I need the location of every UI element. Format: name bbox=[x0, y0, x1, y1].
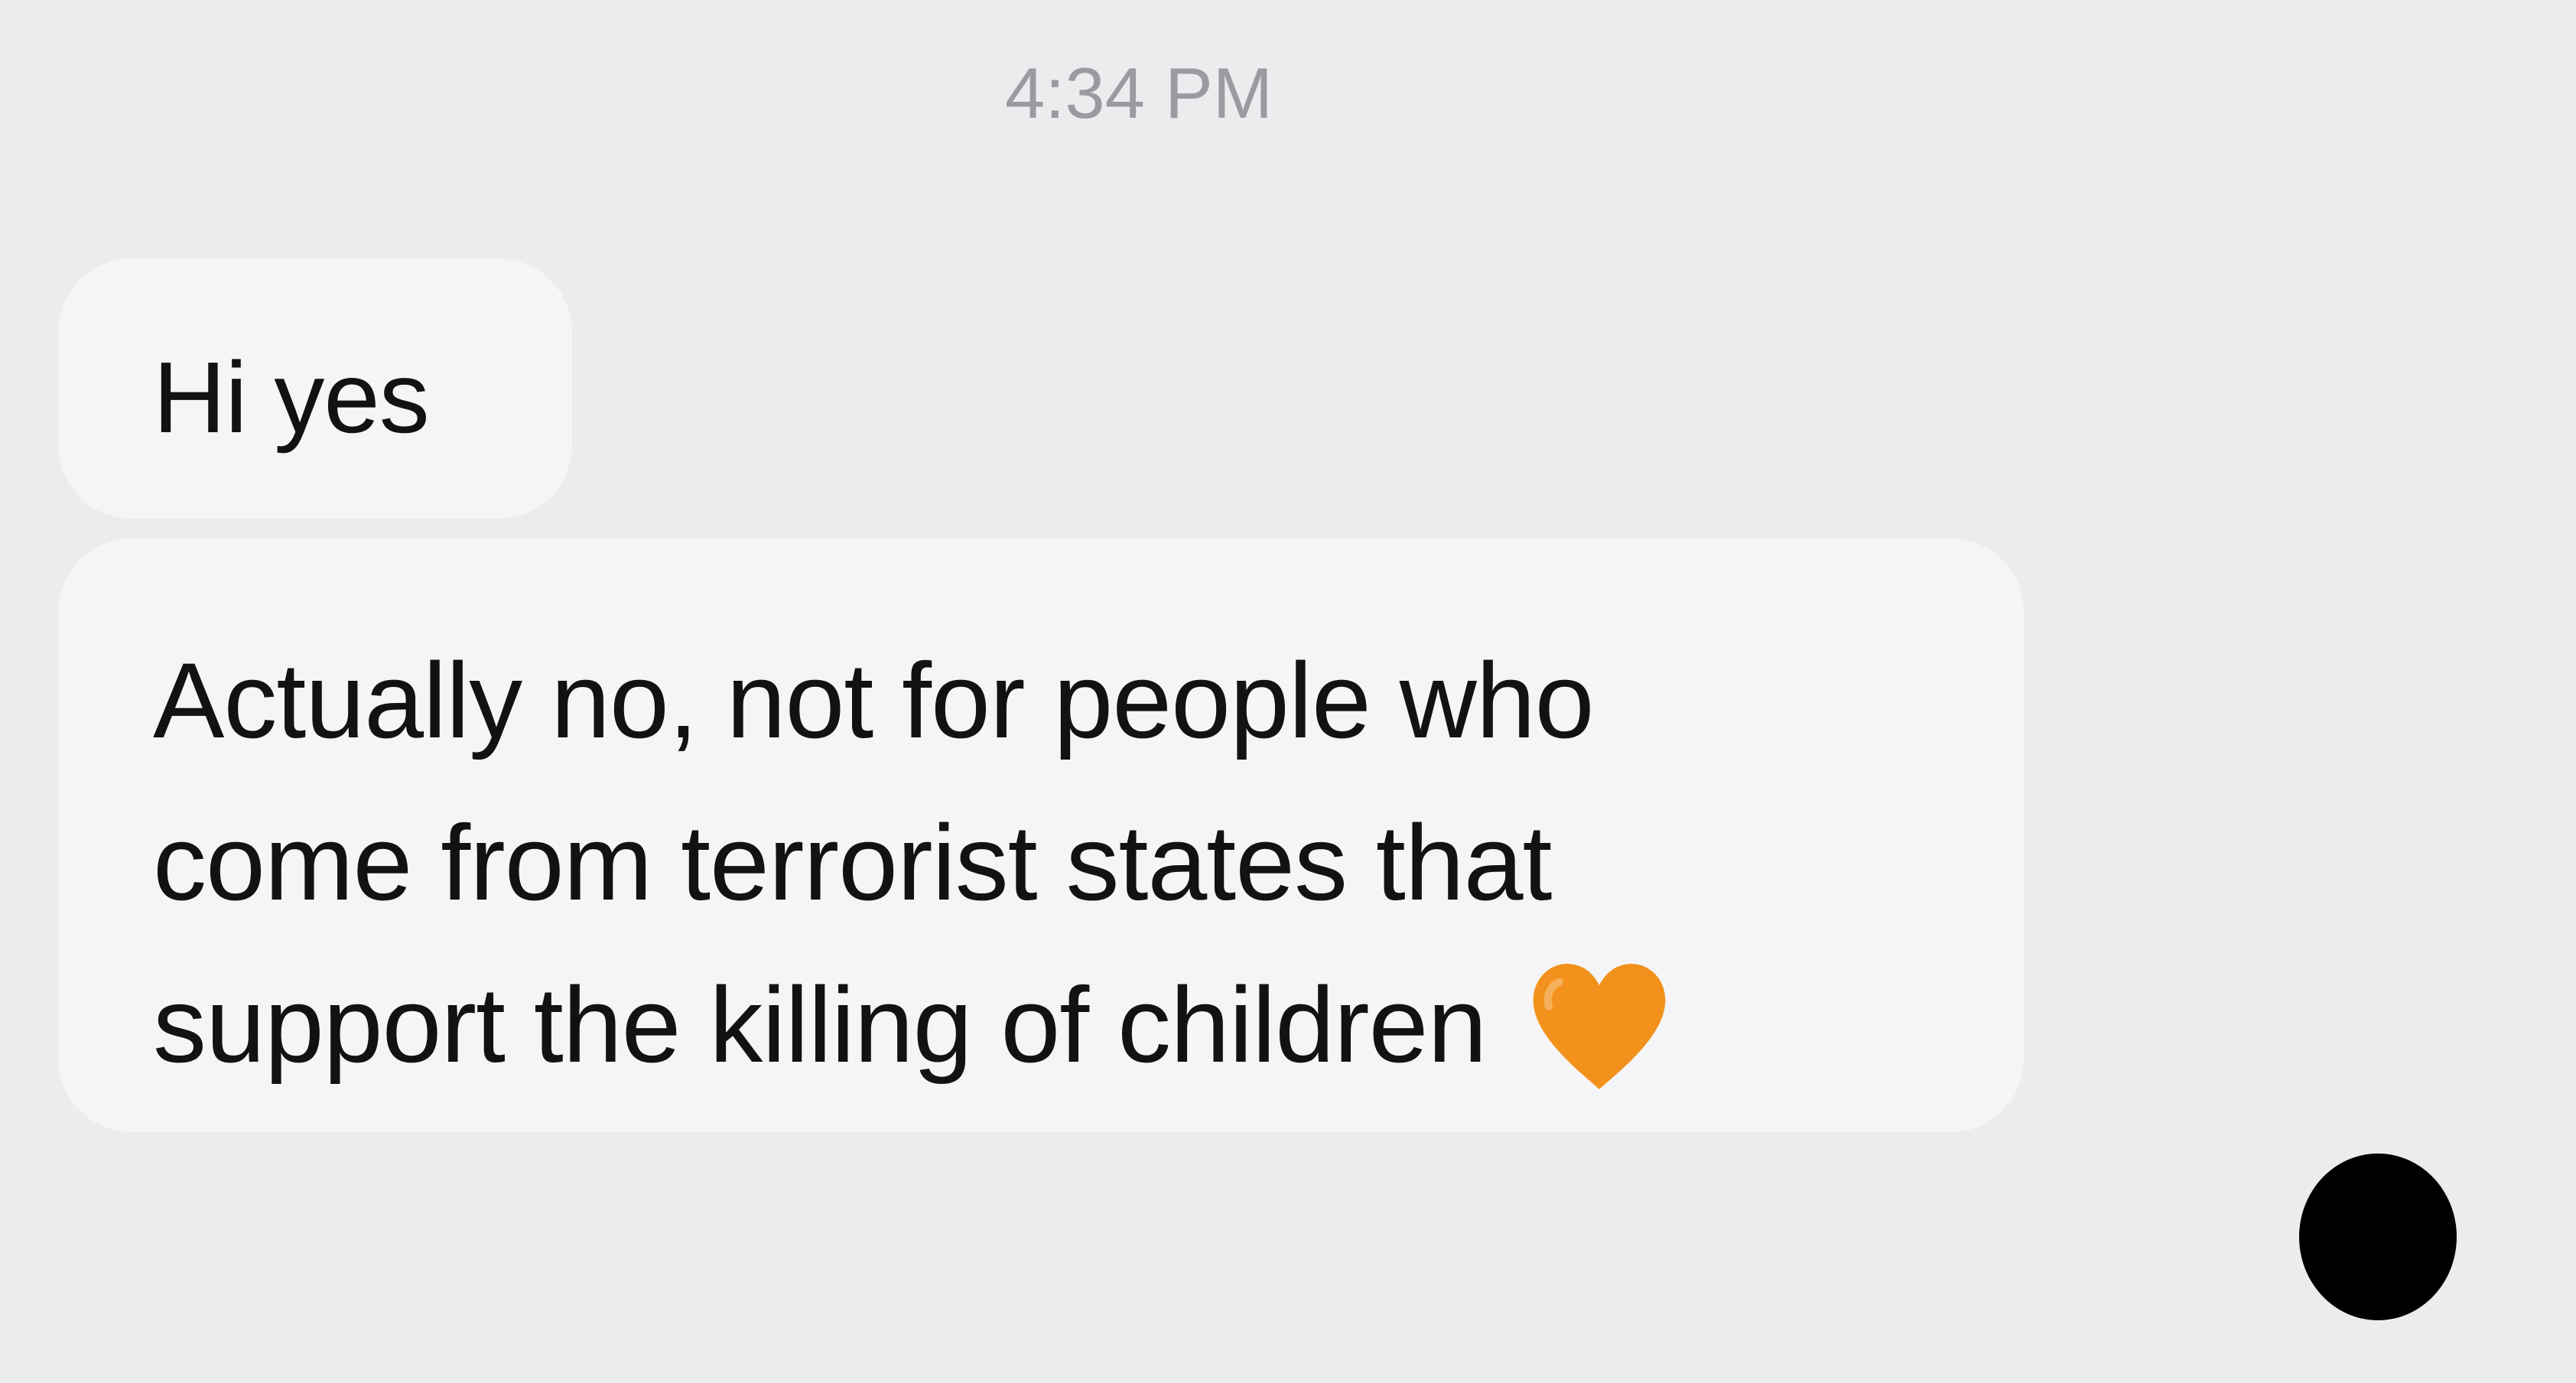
message-bubble[interactable]: Actually no, not for people who come fro… bbox=[58, 539, 2024, 1132]
message-bubble[interactable]: Hi yes bbox=[58, 259, 572, 519]
message-text-line: come from terrorist states that bbox=[153, 802, 1552, 923]
message-timestamp: 4:34 PM bbox=[1004, 53, 1273, 133]
message-text-line: Actually no, not for people who bbox=[153, 640, 1595, 760]
avatar[interactable] bbox=[2299, 1154, 2457, 1320]
chat-screen: 4:34 PM Hi yes Actually no, not for peop… bbox=[0, 0, 2576, 1383]
orange-heart-icon bbox=[1534, 964, 1666, 1089]
message-text-line: support the killing of children bbox=[153, 944, 1932, 1106]
message-text-fragment: support the killing of children bbox=[153, 965, 1487, 1085]
message-text: Hi yes bbox=[153, 341, 430, 454]
